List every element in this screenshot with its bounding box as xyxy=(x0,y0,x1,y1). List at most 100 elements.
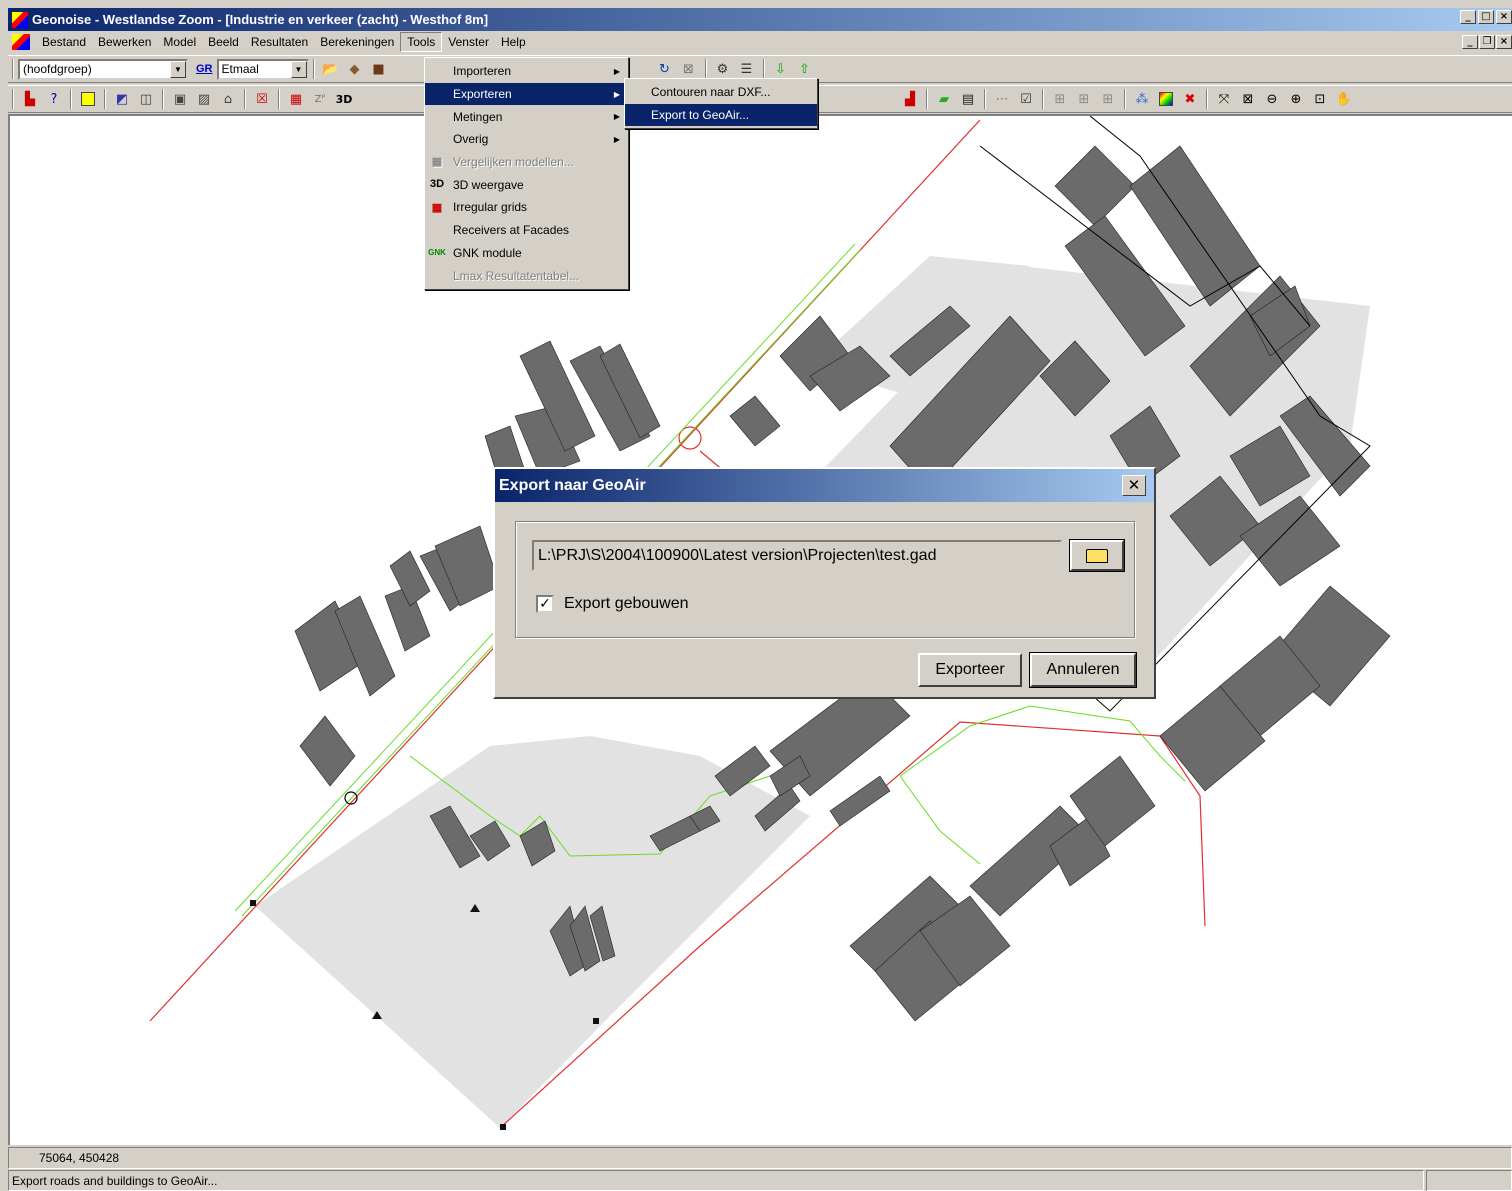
menu-item-exporteren[interactable]: Exporteren ▶ xyxy=(425,82,628,106)
browse-button[interactable] xyxy=(1069,539,1125,572)
grid1-icon[interactable]: ⊞ xyxy=(1049,88,1071,110)
zoom-window-icon[interactable]: ⊠ xyxy=(1237,88,1259,110)
menu-item-label: Receivers at Facades xyxy=(453,223,570,238)
window-controls: _ □ × xyxy=(1460,10,1512,24)
minimize-button[interactable]: _ xyxy=(1460,10,1476,24)
home-icon[interactable]: ⌂ xyxy=(217,88,239,110)
chevron-down-icon[interactable]: ▼ xyxy=(290,60,307,78)
3d-view-icon[interactable]: 3D xyxy=(333,88,355,110)
grid3-icon[interactable]: ⊞ xyxy=(1097,88,1119,110)
menu-berekeningen[interactable]: Berekeningen xyxy=(314,33,400,51)
pan-hand-icon[interactable]: ✋ xyxy=(1333,88,1355,110)
cubes-icon[interactable]: ◆ xyxy=(344,58,366,80)
menu-item-receivers-at-facades[interactable]: Receivers at Facades xyxy=(425,219,628,242)
layers-icon[interactable]: ☰ xyxy=(736,58,758,80)
menu-item-irregular-grids[interactable]: ▦ Irregular grids xyxy=(425,196,628,219)
receiver-icon[interactable]: ⁂ xyxy=(1131,88,1153,110)
toolbar-separator xyxy=(70,89,72,109)
calculator-icon[interactable]: ▤ xyxy=(957,88,979,110)
checkbox-checked-icon[interactable]: ✓ xyxy=(536,595,554,613)
db-export-icon[interactable]: ⇧ xyxy=(794,58,816,80)
toolbar-separator xyxy=(1124,89,1126,109)
export-options-group: L:\PRJ\S\2004\100900\Latest version\Proj… xyxy=(515,521,1135,638)
exporteer-button[interactable]: Exporteer xyxy=(918,653,1022,687)
menu-beeld[interactable]: Beeld xyxy=(202,33,245,51)
status-bar: Export roads and buildings to GeoAir... xyxy=(8,1170,1512,1191)
zoom-box-icon[interactable]: ⊡ xyxy=(1309,88,1331,110)
export-path-field[interactable]: L:\PRJ\S\2004\100900\Latest version\Proj… xyxy=(532,540,1062,571)
menu-help[interactable]: Help xyxy=(495,33,532,51)
menu-item-metingen[interactable]: Metingen ▶ xyxy=(425,105,628,128)
gr-button[interactable]: GR xyxy=(196,63,213,75)
title-bar[interactable]: Geonoise - Westlandse Zoom - [Industrie … xyxy=(8,8,1512,31)
3d-icon: 3D xyxy=(429,178,445,191)
menu-item-overig[interactable]: Overig ▶ xyxy=(425,128,628,151)
menu-item-3d-weergave[interactable]: 3D 3D weergave xyxy=(425,173,628,196)
period-combo-value: Etmaal xyxy=(221,62,259,76)
menu-item-export-to-geoair[interactable]: Export to GeoAir... xyxy=(625,103,817,127)
menu-model[interactable]: Model xyxy=(157,33,202,51)
menu-item-importeren[interactable]: Importeren ▶ xyxy=(425,60,628,83)
toolbar-separator xyxy=(704,59,707,79)
window-title: Geonoise - Westlandse Zoom - [Industrie … xyxy=(32,12,489,27)
color-palette-icon[interactable] xyxy=(1155,88,1177,110)
toolbar-separator xyxy=(104,89,106,109)
open-map-icon[interactable]: ▣ xyxy=(169,88,191,110)
select-icon[interactable]: ◩ xyxy=(111,88,133,110)
close-window-button[interactable]: × xyxy=(1496,10,1512,24)
menu-bestand[interactable]: Bestand xyxy=(36,33,92,51)
properties-icon[interactable]: ⚙ xyxy=(712,58,734,80)
toolbar-separator xyxy=(1206,89,1208,109)
zoom-out-icon[interactable]: ⊖ xyxy=(1261,88,1283,110)
chevron-down-icon[interactable]: ▼ xyxy=(170,60,186,78)
delete-box-icon[interactable]: ☒ xyxy=(251,88,273,110)
note-icon[interactable] xyxy=(77,88,99,110)
group-combo[interactable]: (hoofdgroep) ▼ xyxy=(18,58,188,80)
dialog-title: Export naar GeoAir xyxy=(499,476,646,494)
doc-close-button[interactable]: × xyxy=(1496,35,1512,49)
db-import-icon[interactable]: ⇩ xyxy=(770,58,792,80)
open-folder-icon[interactable]: 📂 xyxy=(320,58,342,80)
refresh-icon[interactable]: ↻ xyxy=(654,58,676,80)
app-icon[interactable] xyxy=(12,11,28,28)
delete-icon[interactable]: ✖ xyxy=(1179,88,1201,110)
export-buildings-checkbox[interactable]: ✓ Export gebouwen xyxy=(536,595,689,613)
dialog-close-button[interactable]: ✕ xyxy=(1122,475,1146,496)
period-combo[interactable]: Etmaal ▼ xyxy=(216,58,309,80)
zp-icon[interactable]: Zᴾ xyxy=(309,88,331,110)
info-query-icon[interactable]: ? xyxy=(43,88,65,110)
maximize-button[interactable]: □ xyxy=(1478,10,1494,24)
filter-icon[interactable]: ◫ xyxy=(135,88,157,110)
grid-tool-icon[interactable]: ⋯ xyxy=(991,88,1013,110)
doc-restore-button[interactable]: ❐ xyxy=(1479,35,1495,49)
gnk-icon: GNK xyxy=(428,248,446,257)
menu-item-lmax-resultatentabel[interactable]: Lmax Resultatentabel... xyxy=(425,264,628,287)
menu-item-vergelijken-modellen[interactable]: ▦ Vergelijken modellen... xyxy=(425,151,628,174)
doc-minimize-button[interactable]: _ xyxy=(1462,35,1478,49)
menu-tools[interactable]: Tools xyxy=(400,32,443,52)
model-icon[interactable]: ⊠ xyxy=(678,58,700,80)
bar-chart-icon[interactable]: ▙ xyxy=(19,88,41,110)
annuleren-button[interactable]: Annuleren xyxy=(1029,652,1137,688)
checkbox-tool-icon[interactable]: ☑ xyxy=(1015,88,1037,110)
document-icon[interactable] xyxy=(12,34,30,50)
paint-icon[interactable]: ▟ xyxy=(899,88,921,110)
zoom-extents-icon[interactable]: ⤧ xyxy=(1213,88,1235,110)
zoom-in-icon[interactable]: ⊕ xyxy=(1285,88,1307,110)
menu-venster[interactable]: Venster xyxy=(442,33,495,51)
toolbar-grip xyxy=(12,59,14,79)
layer-green-icon[interactable]: ▰ xyxy=(933,88,955,110)
menu-item-gnk-module[interactable]: GNK GNK module xyxy=(425,242,628,265)
grid2-icon[interactable]: ⊞ xyxy=(1073,88,1095,110)
cursor-coordinates: 75064, 450428 xyxy=(39,1151,120,1165)
toolbar-grip xyxy=(12,89,14,109)
irregular-grid-tool-icon[interactable]: ▦ xyxy=(285,88,307,110)
menu-bewerken[interactable]: Bewerken xyxy=(92,33,157,51)
image-icon[interactable]: ▨ xyxy=(193,88,215,110)
cube-icon[interactable]: ■ xyxy=(368,58,390,80)
dialog-title-bar[interactable]: Export naar GeoAir ✕ xyxy=(495,469,1154,502)
toolbar-separator xyxy=(312,59,315,79)
document-window-controls: _ ❐ × xyxy=(1462,35,1512,49)
menu-item-contouren-naar-dxf[interactable]: Contouren naar DXF... xyxy=(625,81,817,104)
menu-resultaten[interactable]: Resultaten xyxy=(245,33,314,51)
